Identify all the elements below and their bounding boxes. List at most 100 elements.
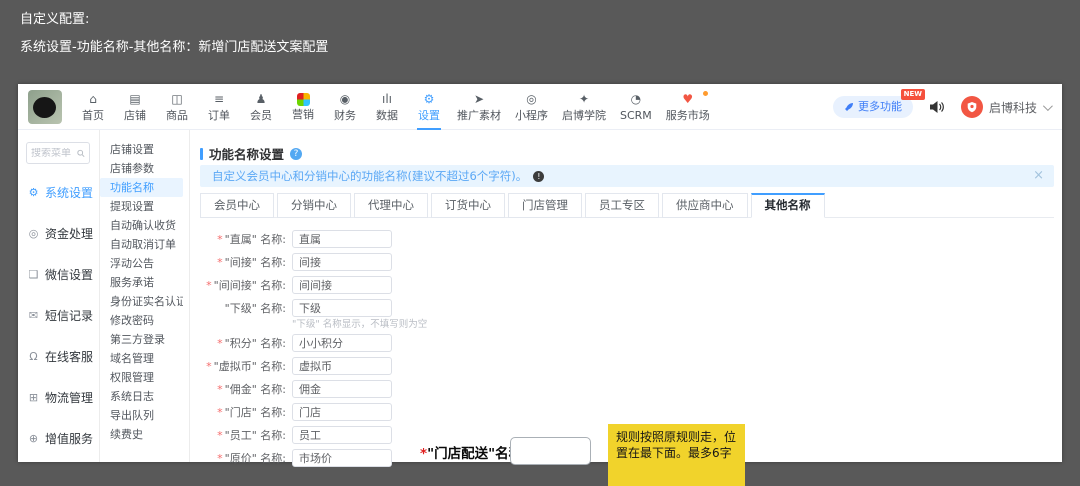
nav-item-label: 订单	[208, 109, 230, 122]
more-features-button[interactable]: 更多功能 NEW	[832, 89, 925, 118]
tab-bar: 会员中心 分销中心 代理中心 订货中心 门店管理 员工专区 供应商中心 其他名称	[200, 193, 1054, 218]
nav-icon: ♟	[255, 92, 267, 106]
nav-item-promo-material[interactable]: ➤ 推广素材	[450, 84, 508, 130]
sidebar-item-value-added[interactable]: ⊕ 增值服务	[18, 418, 99, 459]
menu-search-input[interactable]	[31, 147, 75, 159]
form-row: * "虚拟币" 名称:	[190, 357, 1062, 375]
close-icon[interactable]: ×	[1033, 168, 1044, 183]
submenu-item-feature-names[interactable]: 功能名称	[100, 178, 183, 197]
tab-member-center[interactable]: 会员中心	[200, 193, 274, 218]
required-asterisk: *	[206, 360, 212, 373]
submenu-item-renewal-history[interactable]: 续费史	[100, 425, 183, 444]
sidebar-item-system-settings[interactable]: ⚙ 系统设置	[18, 172, 99, 213]
form-row: * "间接" 名称:	[190, 253, 1062, 271]
form-row: * "间间接" 名称:	[190, 276, 1062, 294]
form-row-subordinate: *"下级" 名称: "下级" 名称显示，不填写则为空	[190, 299, 1062, 331]
submenu-item-id-verification[interactable]: 身份证实名认证	[100, 292, 183, 311]
menu-search-box[interactable]	[26, 142, 90, 164]
nav-item-academy[interactable]: ✦ 启博学院	[555, 84, 613, 130]
field-hint: "下级" 名称显示，不填写则为空	[292, 319, 428, 330]
sidebar-item-logistics[interactable]: ⊞ 物流管理	[18, 377, 99, 418]
nav-item-store[interactable]: ▤ 店铺	[114, 84, 156, 130]
submenu-item-auto-confirm-receipt[interactable]: 自动确认收货	[100, 216, 183, 235]
nav-item-label: 会员	[250, 109, 272, 122]
help-icon[interactable]: ?	[290, 147, 303, 160]
submenu-item-domain-management[interactable]: 域名管理	[100, 349, 183, 368]
sidebar-item-wechat-settings[interactable]: ❑ 微信设置	[18, 254, 99, 295]
field-input[interactable]	[292, 380, 392, 398]
submenu-item-permission-management[interactable]: 权限管理	[100, 368, 183, 387]
field-input[interactable]	[292, 357, 392, 375]
submenu-item-change-password[interactable]: 修改密码	[100, 311, 183, 330]
nav-item-members[interactable]: ♟ 会员	[240, 84, 282, 130]
main-content: 功能名称设置 ? 自定义会员中心和分销中心的功能名称(建议不超过6个字符)。 !…	[190, 130, 1062, 467]
field-input[interactable]	[292, 426, 392, 444]
required-asterisk: *	[217, 337, 223, 350]
field-input[interactable]	[292, 230, 392, 248]
nav-item-finance[interactable]: ◉ 财务	[324, 84, 366, 130]
nav-item-goods[interactable]: ◫ 商品	[156, 84, 198, 130]
submenu-item-shop-settings[interactable]: 店铺设置	[100, 140, 183, 159]
form-row-virtual-currency: * "虚拟币" 名称:	[190, 357, 1062, 375]
form-row: * "直属" 名称:	[190, 230, 1062, 248]
nav-item-data[interactable]: ılı 数据	[366, 84, 408, 130]
nav-icon: ◔	[630, 92, 642, 106]
account-menu[interactable]: 启博科技	[960, 96, 1053, 118]
submenu-item-system-log[interactable]: 系统日志	[100, 387, 183, 406]
submenu-item-floating-notice[interactable]: 浮动公告	[100, 254, 183, 273]
info-icon[interactable]: !	[533, 170, 545, 182]
tab-ordering-center[interactable]: 订货中心	[431, 193, 505, 218]
field-input[interactable]	[292, 449, 392, 467]
submenu-item-auto-cancel-order[interactable]: 自动取消订单	[100, 235, 183, 254]
required-asterisk: *	[217, 452, 223, 465]
nav-item-settings[interactable]: ⚙ 设置	[408, 84, 450, 130]
submenu-item-third-party-login[interactable]: 第三方登录	[100, 330, 183, 349]
nav-item-label: 推广素材	[457, 109, 501, 122]
announcement-speaker-icon[interactable]	[929, 100, 945, 114]
nav-item-mini-program[interactable]: ◎ 小程序	[508, 84, 555, 130]
shop-delivery-name-input[interactable]	[510, 437, 591, 465]
tab-supplier-center[interactable]: 供应商中心	[662, 193, 748, 218]
submenu-item-service-promise[interactable]: 服务承诺	[100, 273, 183, 292]
nav-item-orders[interactable]: ≡ 订单	[198, 84, 240, 130]
form-row-commission: * "佣金" 名称:	[190, 380, 1062, 398]
field-input[interactable]	[292, 276, 392, 294]
nav-item-label: SCRM	[620, 109, 652, 122]
field-input[interactable]	[292, 403, 392, 421]
sidebar-item-icon: ✉	[28, 309, 39, 322]
store-logo[interactable]	[28, 90, 62, 124]
nav-icon: ◉	[339, 92, 351, 106]
sidebar-item-funds[interactable]: ◎ 资金处理	[18, 213, 99, 254]
sidebar-item-sms-records[interactable]: ✉ 短信记录	[18, 295, 99, 336]
nav-item-marketing[interactable]: 营销	[282, 84, 324, 130]
sidebar-item-icon: ⚙	[28, 186, 39, 199]
sidebar-item-icon: ⊞	[28, 391, 39, 404]
submenu-item-withdraw-settings[interactable]: 提现设置	[100, 197, 183, 216]
sidebar-item-online-service[interactable]: Ω 在线客服	[18, 336, 99, 377]
form-row-direct: * "直属" 名称:	[190, 230, 1062, 248]
field-label: * "间间接" 名称:	[206, 279, 286, 292]
sidebar-item-icon: ⊕	[28, 432, 39, 445]
tab-shop-management[interactable]: 门店管理	[508, 193, 582, 218]
submenu-item-export-queue[interactable]: 导出队列	[100, 406, 183, 425]
more-features-label: 更多功能	[857, 100, 902, 113]
nav-item-label: 设置	[418, 109, 440, 122]
sidebar-item-label: 微信设置	[45, 268, 94, 282]
field-label: * "直属" 名称:	[217, 233, 286, 246]
nav-item-label: 首页	[82, 109, 104, 122]
field-input[interactable]	[292, 299, 392, 317]
tab-agent-center[interactable]: 代理中心	[354, 193, 428, 218]
nav-item-scrm[interactable]: ◔ SCRM	[613, 84, 659, 130]
nav-icon: ≡	[213, 92, 225, 106]
page-title: 功能名称设置	[209, 147, 285, 162]
field-label: * "门店" 名称:	[217, 406, 286, 419]
submenu-item-shop-params[interactable]: 店铺参数	[100, 159, 183, 178]
field-input[interactable]	[292, 253, 392, 271]
tab-distribution-center[interactable]: 分销中心	[277, 193, 351, 218]
primary-nav: ⌂ 首页 ▤ 店铺 ◫ 商品 ≡ 订单 ♟ 会员 营销 ◉ 财务 ılı 数据 …	[72, 84, 717, 130]
nav-item-home[interactable]: ⌂ 首页	[72, 84, 114, 130]
field-input[interactable]	[292, 334, 392, 352]
nav-item-service-market[interactable]: ♥ 服务市场	[659, 84, 717, 130]
tab-staff-zone[interactable]: 员工专区	[585, 193, 659, 218]
tab-other-names[interactable]: 其他名称	[750, 193, 825, 218]
